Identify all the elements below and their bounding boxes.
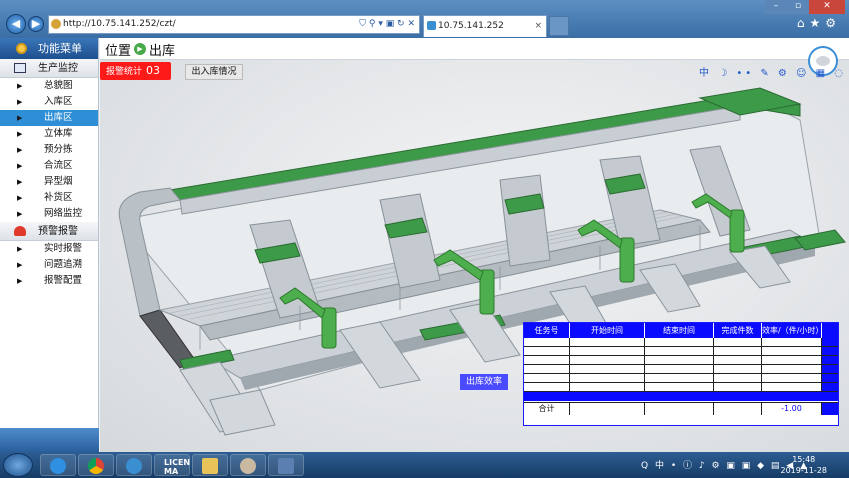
- paint-icon: [240, 458, 256, 474]
- group-label: 生产监控: [38, 63, 78, 74]
- outbound-efficiency-button[interactable]: 出库效率: [460, 374, 508, 390]
- sidebar-item-outbound[interactable]: 出库区: [0, 110, 98, 126]
- clock-date: 2019-11-28: [780, 466, 828, 475]
- alarm-count: 03: [146, 64, 161, 77]
- chrome-icon: [88, 458, 104, 474]
- sidebar-item-alarm-config[interactable]: 报警配置: [0, 273, 98, 289]
- total-value: -1.00: [762, 403, 822, 415]
- close-window-button[interactable]: ✕: [809, 0, 845, 14]
- minimize-button[interactable]: –: [765, 0, 787, 14]
- taskbar-paint-button[interactable]: [230, 454, 266, 476]
- menu-icon: [16, 43, 27, 54]
- total-label: 合计: [524, 403, 570, 415]
- breadcrumb-arrow-icon: ▶: [134, 43, 146, 55]
- site-favicon-icon: [51, 19, 61, 29]
- url-text: http://10.75.141.252/czt/: [63, 19, 176, 29]
- address-bar[interactable]: http://10.75.141.252/czt/ ⛉ ⚲ ▾ ▣ ↻ ✕: [48, 15, 420, 34]
- new-tab-button[interactable]: [549, 16, 569, 36]
- sidebar: 功能菜单 生产监控 总貌图 入库区 出库区 立体库 预分拣 合流区 异型烟 补货…: [0, 38, 99, 452]
- sidebar-item-special[interactable]: 异型烟: [0, 174, 98, 190]
- sidebar-item-overview[interactable]: 总貌图: [0, 78, 98, 94]
- table-row: [524, 365, 838, 374]
- taskbar-app-button[interactable]: [116, 454, 152, 476]
- main-content: 位置 ▶ 出库 报警统计 03 出入库情况 中 ☽ •• ✎ ⚙ ☺ ▦ ◌ 出…: [100, 38, 849, 452]
- column-header: 效率/（件/小时）: [762, 323, 823, 338]
- tool-icons-row[interactable]: 中 ☽ •• ✎ ⚙ ☺ ▦ ◌: [699, 64, 846, 79]
- page-title: 出库: [149, 44, 176, 59]
- settings-gear-icon[interactable]: ⚙: [825, 16, 841, 30]
- outbound-stats-table: 任务号 开始时间 结束时间 完成件数 效率/（件/小时） 合计 -1.00: [523, 322, 839, 426]
- column-header-spacer: [822, 323, 838, 338]
- table-header: 任务号 开始时间 结束时间 完成件数 效率/（件/小时）: [524, 323, 838, 338]
- column-header: 开始时间: [570, 323, 645, 338]
- folder-icon: [202, 458, 218, 474]
- sidebar-item-inbound[interactable]: 入库区: [0, 94, 98, 110]
- group-label: 预警报警: [38, 226, 78, 237]
- table-row: [524, 338, 838, 347]
- favorites-star-icon[interactable]: ★: [809, 16, 825, 30]
- clock-time: 15:48: [792, 455, 816, 464]
- sidebar-item-network[interactable]: 网络监控: [0, 206, 98, 222]
- address-tools-icons[interactable]: ⛉ ⚲ ▾ ▣ ↻ ✕: [359, 16, 415, 33]
- table-row: [524, 347, 838, 356]
- sidebar-item-trace[interactable]: 问题追溯: [0, 257, 98, 273]
- sidebar-group-alarm[interactable]: 预警报警: [0, 222, 98, 241]
- conveyor-3d-scene[interactable]: 报警统计 03 出入库情况 中 ☽ •• ✎ ⚙ ☺ ▦ ◌ 出库效率 任务号 开…: [100, 46, 849, 452]
- sidebar-header: 功能菜单: [0, 38, 98, 59]
- sidebar-header-label: 功能菜单: [38, 42, 82, 55]
- alarm-label: 报警统计: [106, 67, 143, 77]
- app-icon: [126, 458, 142, 474]
- sidebar-item-warehouse[interactable]: 立体库: [0, 126, 98, 142]
- column-header: 完成件数: [714, 323, 762, 338]
- browser-right-icons[interactable]: ⌂★⚙: [797, 16, 841, 30]
- sidebar-item-merge[interactable]: 合流区: [0, 158, 98, 174]
- location-label: 位置: [105, 44, 132, 59]
- taskbar-remote-button[interactable]: [268, 454, 304, 476]
- maximize-button[interactable]: ▫: [787, 0, 809, 14]
- app-window: 功能菜单 生产监控 总貌图 入库区 出库区 立体库 预分拣 合流区 异型烟 补货…: [0, 38, 849, 452]
- remote-desktop-icon: [278, 458, 294, 474]
- start-button[interactable]: [3, 453, 33, 477]
- browser-toolbar: ◀ ▶ http://10.75.141.252/czt/ ⛉ ⚲ ▾ ▣ ↻ …: [0, 0, 849, 38]
- tab-title: 10.75.141.252: [438, 21, 504, 31]
- taskbar-license-button[interactable]: LICEN MA: [154, 454, 190, 476]
- taskbar-explorer-button[interactable]: [192, 454, 228, 476]
- taskbar-ie-button[interactable]: [40, 454, 76, 476]
- browser-tab[interactable]: 10.75.141.252 ×: [423, 15, 547, 37]
- forward-button[interactable]: ▶: [28, 16, 44, 32]
- table-total-row: 合计 -1.00: [524, 402, 838, 415]
- clock[interactable]: 15:48 2019-11-28: [781, 454, 828, 476]
- home-icon[interactable]: ⌂: [797, 16, 810, 30]
- alarm-bell-icon: [14, 226, 26, 236]
- back-button[interactable]: ◀: [6, 14, 26, 34]
- tab-favicon-icon: [427, 21, 436, 30]
- inbound-outbound-button[interactable]: 出入库情况: [185, 64, 243, 80]
- sidebar-item-replenish[interactable]: 补货区: [0, 190, 98, 206]
- alarm-statistics-badge[interactable]: 报警统计 03: [100, 62, 171, 80]
- taskbar: LICEN MA Q 中 • ⓘ ♪ ⚙ ▣ ▣ ◆ ▤ ◀ ▲ 15:48 2…: [0, 452, 849, 478]
- column-header: 任务号: [524, 323, 570, 338]
- tab-close-icon[interactable]: ×: [534, 16, 542, 36]
- sidebar-item-realtime-alarm[interactable]: 实时报警: [0, 241, 98, 257]
- license-app-label: LICEN MA: [164, 458, 191, 476]
- table-separator: [524, 392, 838, 401]
- column-header: 结束时间: [645, 323, 714, 338]
- sidebar-group-production[interactable]: 生产监控: [0, 59, 98, 78]
- table-row: [524, 374, 838, 383]
- sidebar-item-presort[interactable]: 预分拣: [0, 142, 98, 158]
- table-row: [524, 356, 838, 365]
- ie-icon: [50, 458, 66, 474]
- taskbar-chrome-button[interactable]: [78, 454, 114, 476]
- table-row: [524, 383, 838, 392]
- table-body: [524, 338, 838, 402]
- monitor-icon: [14, 63, 26, 73]
- sidebar-footer: [0, 428, 99, 452]
- breadcrumb: 位置 ▶ 出库: [100, 38, 849, 60]
